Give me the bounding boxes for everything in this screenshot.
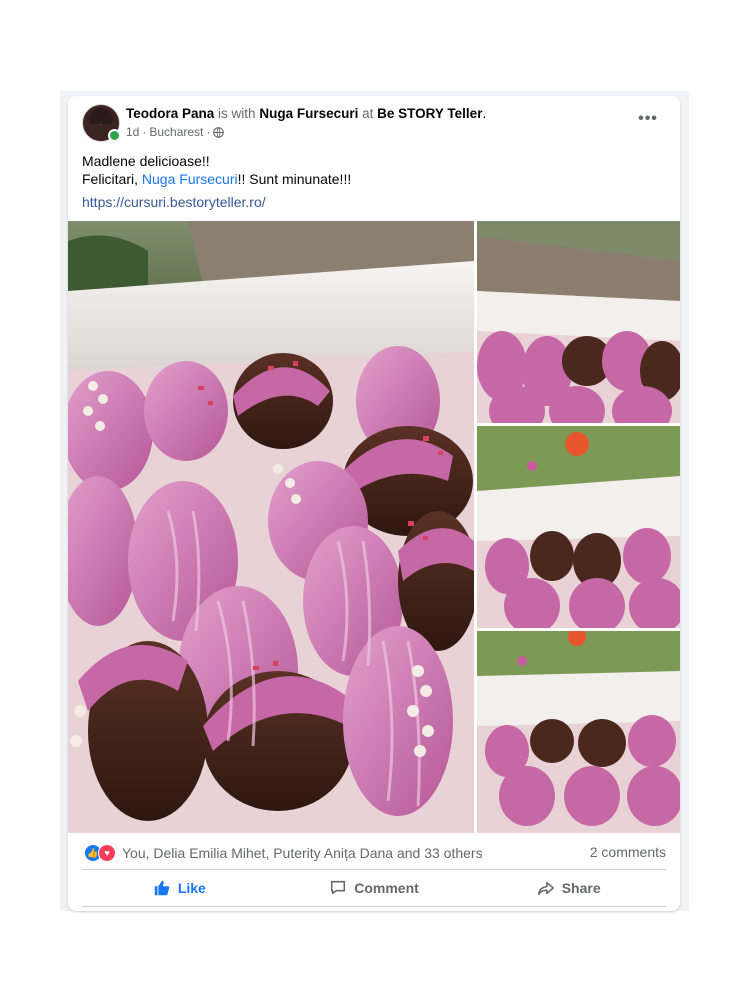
actions-bottom-divider <box>82 906 666 907</box>
reactions-summary[interactable]: 👍 ♥ You, Delia Emilia Mihet, Puterity An… <box>84 844 483 862</box>
reactions-text[interactable]: You, Delia Emilia Mihet, Puterity Anița … <box>122 845 483 861</box>
mention-link[interactable]: Nuga Fursecuri <box>142 171 238 187</box>
thumbnail-photo-1[interactable] <box>477 221 680 423</box>
photo-grid <box>68 221 680 833</box>
comment-icon <box>331 880 346 895</box>
post-text-prefix: Felicitari, <box>82 171 139 187</box>
location-name[interactable]: Be STORY Teller <box>377 106 482 121</box>
share-label: Share <box>561 880 601 896</box>
post-text-suffix: !! Sunt minunate!!! <box>237 171 352 187</box>
post-header: Teodora Pana is with Nuga Fursecuri at B… <box>126 106 486 122</box>
comment-label: Comment <box>354 880 419 896</box>
reaction-icons: 👍 ♥ <box>84 844 116 862</box>
at-text: at <box>362 106 374 121</box>
avatar-hair <box>89 108 113 124</box>
thumbs-up-icon <box>154 880 170 896</box>
post-meta: 1d · Bucharest · <box>126 124 225 140</box>
share-button[interactable]: Share <box>471 879 666 897</box>
globe-icon[interactable] <box>213 126 225 138</box>
thumbnail-photo-2[interactable] <box>477 426 680 628</box>
author-avatar[interactable] <box>82 104 121 142</box>
post-place[interactable]: Bucharest <box>149 124 203 140</box>
post-time[interactable]: 1d <box>126 124 139 140</box>
tagged-page-name[interactable]: Nuga Fursecuri <box>259 106 358 121</box>
share-icon <box>537 881 554 896</box>
like-button[interactable]: Like <box>82 879 277 897</box>
post-text: Madlene delicioase!! Felicitari, Nuga Fu… <box>82 152 662 188</box>
post-actions-bar: Like Comment Share <box>82 870 666 906</box>
thumbnail-photo-3[interactable] <box>477 631 680 833</box>
more-options-icon[interactable]: ••• <box>634 110 662 130</box>
main-photo[interactable] <box>68 221 474 833</box>
post-text-line-1: Madlene delicioase!! <box>82 153 210 169</box>
author-name[interactable]: Teodora Pana <box>126 106 214 121</box>
like-label: Like <box>177 880 206 896</box>
comments-count[interactable]: 2 comments <box>590 844 666 860</box>
meta-separator: · <box>142 125 147 139</box>
meta-separator-2: · <box>206 125 211 139</box>
love-reaction-icon: ♥ <box>98 844 116 862</box>
online-status-indicator <box>108 129 121 142</box>
comment-button[interactable]: Comment <box>277 879 472 897</box>
header-period: . <box>482 106 487 121</box>
with-text: is with <box>218 106 256 121</box>
post-text-line-2: Felicitari, Nuga Fursecuri!! Sunt minuna… <box>82 170 662 188</box>
post-card: Teodora Pana is with Nuga Fursecuri at B… <box>68 96 680 911</box>
post-url-link[interactable]: https://cursuri.bestoryteller.ro/ <box>82 193 266 211</box>
